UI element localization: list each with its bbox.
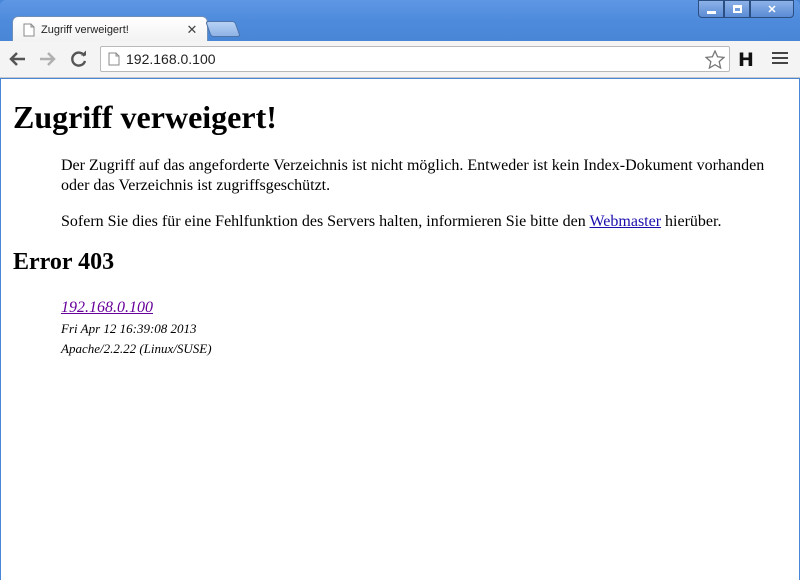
window-controls: ✕	[698, 0, 794, 18]
close-icon: ✕	[767, 3, 777, 16]
page-content: Zugriff verweigert! Der Zugriff auf das …	[1, 79, 799, 580]
maximize-button[interactable]	[724, 0, 750, 18]
toolbar: 192.168.0.100 H	[0, 41, 800, 78]
back-button[interactable]	[3, 45, 31, 73]
message-block: Der Zugriff auf das angeforderte Verzeic…	[61, 156, 779, 232]
server-date: Fri Apr 12 16:39:08 2013	[61, 321, 197, 336]
message-paragraph-1: Der Zugriff auf das angeforderte Verzeic…	[61, 157, 765, 194]
reload-icon	[71, 50, 87, 67]
minimize-icon	[706, 10, 716, 14]
server-signature: Apache/2.2.22 (Linux/SUSE)	[61, 341, 212, 356]
page-icon	[23, 23, 35, 36]
paragraph-2-text-after: hierüber.	[661, 213, 722, 230]
forward-button[interactable]	[34, 45, 62, 73]
webmaster-link[interactable]: Webmaster	[589, 213, 661, 230]
back-icon	[9, 52, 25, 66]
url-text[interactable]: 192.168.0.100	[126, 51, 703, 67]
page-icon	[108, 52, 120, 66]
extension-button[interactable]: H	[738, 49, 754, 71]
error-title: Error 403	[13, 249, 115, 275]
bookmark-star-button[interactable]	[703, 47, 727, 71]
message-paragraph-2: Sofern Sie dies für eine Fehlfunktion de…	[61, 212, 779, 232]
new-tab-button[interactable]	[205, 21, 241, 37]
star-icon	[705, 49, 725, 69]
tab-active[interactable]: Zugriff verweigert! ✕	[12, 16, 208, 42]
address-bar[interactable]: 192.168.0.100	[100, 46, 730, 72]
menu-icon[interactable]	[772, 52, 788, 67]
minimize-button[interactable]	[698, 0, 724, 18]
forward-icon	[40, 52, 56, 66]
reload-button[interactable]	[65, 45, 93, 73]
tab-title: Zugriff verweigert!	[41, 23, 129, 36]
browser-window: ✕ Zugriff verweigert! ✕ 192.168.0.100 H …	[0, 0, 800, 580]
paragraph-2-text-before: Sofern Sie dies für eine Fehlfunktion de…	[61, 213, 590, 230]
page-heading: Zugriff verweigert!	[13, 99, 277, 135]
close-window-button[interactable]: ✕	[750, 0, 794, 18]
host-link[interactable]: 192.168.0.100	[61, 298, 779, 318]
maximize-icon	[732, 5, 742, 13]
tab-close-icon[interactable]: ✕	[185, 22, 199, 38]
server-address: 192.168.0.100 Fri Apr 12 16:39:08 2013 A…	[61, 298, 779, 358]
